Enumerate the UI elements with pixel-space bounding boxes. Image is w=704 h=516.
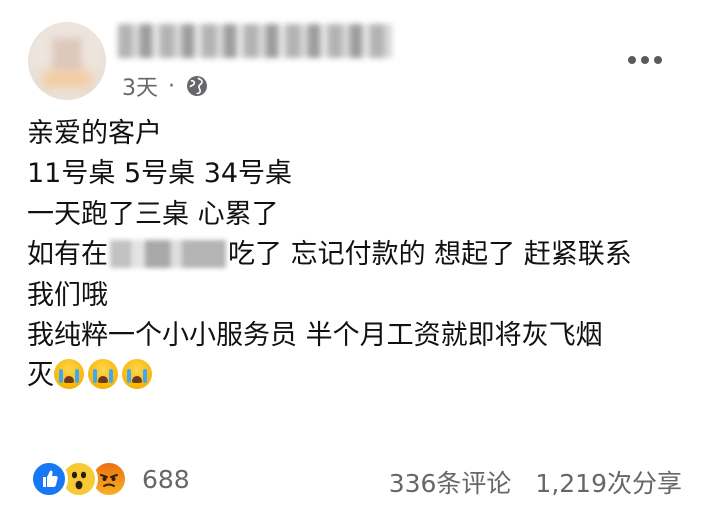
loudly-crying-face-icon xyxy=(54,359,84,390)
author-name-redacted[interactable] xyxy=(118,24,392,58)
loudly-crying-face-icon xyxy=(122,359,152,390)
post-header: 3天 · xyxy=(0,0,704,110)
avatar-blur xyxy=(52,38,82,72)
post-body: 亲爱的客户 11号桌 5号桌 34号桌 一天跑了三桌 心累了 如有在 吃了 忘记付… xyxy=(27,114,687,397)
meta-separator: · xyxy=(168,73,175,99)
post-meta: 3天 · xyxy=(122,70,209,102)
post-line: 如有在 吃了 忘记付款的 想起了 赶紧联系 xyxy=(27,235,687,275)
post-footer: 688 336条评论 1,219次分享 xyxy=(0,456,704,506)
like-icon xyxy=(30,460,68,498)
more-options-icon[interactable] xyxy=(622,50,668,70)
post-time[interactable]: 3天 xyxy=(122,70,158,102)
post-line-rest: 吃了 忘记付款的 想起了 赶紧联系 xyxy=(228,239,632,271)
reaction-summary[interactable]: 688 xyxy=(30,460,190,498)
avatar-blur-lower xyxy=(42,70,92,88)
comment-count[interactable]: 336条评论 xyxy=(389,464,512,500)
post-line-prefix: 如有在 xyxy=(27,239,108,271)
globe-icon xyxy=(185,74,209,98)
author-avatar[interactable] xyxy=(28,22,106,100)
post-line: 我们哦 xyxy=(27,279,108,311)
reaction-count[interactable]: 688 xyxy=(142,465,190,494)
engagement-stats: 336条评论 1,219次分享 xyxy=(389,464,682,500)
post-line: 亲爱的客户 xyxy=(27,118,162,149)
post-line: 一天跑了三桌 心累了 xyxy=(27,198,279,230)
post-line: 11号桌 5号桌 34号桌 xyxy=(27,158,293,190)
post-line-last: 灭 xyxy=(27,360,54,392)
loudly-crying-face-icon xyxy=(88,359,118,390)
redacted-location xyxy=(110,240,226,269)
post-line: 我纯粹一个小小服务员 半个月工资就即将灰飞烟 xyxy=(27,319,603,351)
share-count[interactable]: 1,219次分享 xyxy=(535,464,682,500)
post-line: 灭 xyxy=(27,356,687,396)
